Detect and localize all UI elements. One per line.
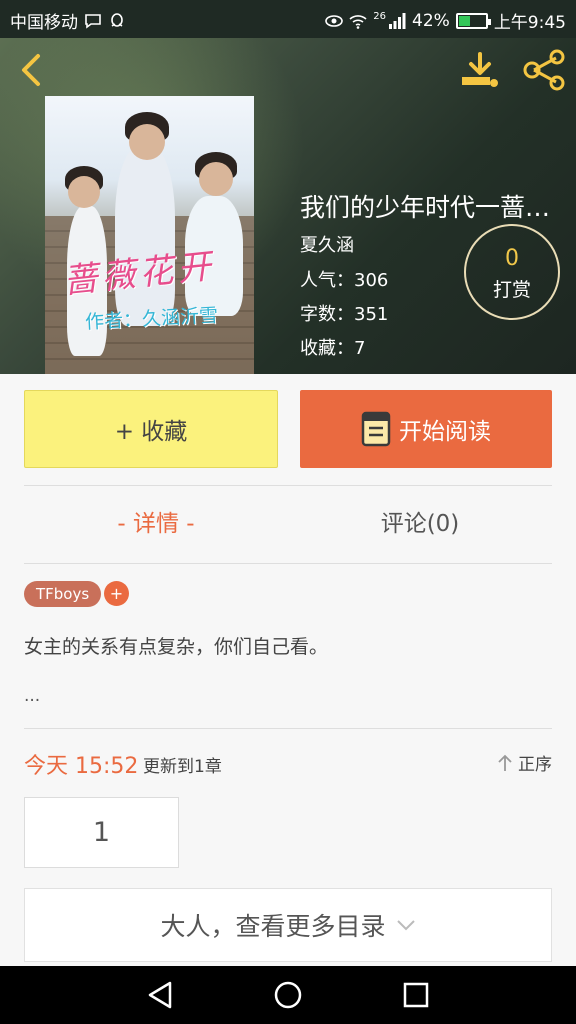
favorites-stat: 收藏7 — [300, 334, 365, 360]
sort-order-button[interactable]: 正序 — [496, 750, 552, 775]
nav-home-icon[interactable] — [272, 979, 304, 1011]
word-count-label: 字数 — [300, 304, 354, 325]
popularity-value: 306 — [354, 270, 389, 291]
download-icon[interactable] — [458, 50, 502, 90]
book-description: 女主的关系有点复杂，你们自己看。 — [24, 636, 329, 658]
sort-order-label: 正序 — [518, 755, 552, 775]
word-count-stat: 字数351 — [300, 300, 388, 326]
share-icon[interactable] — [520, 48, 568, 92]
carrier-label: 中国移动 — [10, 13, 78, 33]
tab-comments[interactable]: 评论(0) — [288, 504, 552, 538]
start-reading-label: 开始阅读 — [399, 419, 491, 445]
popularity-label: 人气 — [300, 270, 354, 291]
nav-recents-icon[interactable] — [400, 979, 432, 1011]
book-cover[interactable]: 蔷薇花开 作者：久涵沂雪 — [45, 96, 254, 374]
message-icon — [85, 13, 101, 29]
qq-icon — [111, 12, 123, 27]
tip-button[interactable]: 0 打赏 — [464, 224, 560, 320]
more-chapters-label: 大人，查看更多目录 — [160, 912, 386, 941]
favorites-label: 收藏 — [300, 338, 354, 359]
tip-count: 0 — [505, 246, 519, 271]
arrow-up-icon — [498, 754, 512, 771]
add-favorite-button[interactable]: + 收藏 — [24, 390, 278, 468]
add-tag-button[interactable]: + — [104, 581, 129, 606]
start-reading-button[interactable]: 开始阅读 — [300, 390, 552, 468]
word-count-value: 351 — [354, 304, 389, 325]
tip-label: 打赏 — [492, 279, 531, 301]
battery-icon — [455, 12, 491, 29]
tab-detail[interactable]: - 详情 - — [24, 504, 288, 538]
book-icon — [361, 411, 391, 447]
favorites-value: 7 — [354, 338, 366, 359]
book-title: 我们的少年时代一蔷… — [300, 193, 551, 222]
clock: 上午9:45 — [493, 13, 566, 33]
update-time: 今天 15:52 — [24, 754, 139, 779]
nav-back-icon[interactable] — [144, 979, 176, 1011]
back-arrow-icon[interactable] — [14, 50, 48, 90]
chevron-down-icon — [396, 920, 415, 931]
popularity-stat: 人气306 — [300, 266, 388, 292]
more-chapters-button[interactable]: 大人，查看更多目录 — [24, 888, 552, 962]
battery-percent: 42% — [412, 10, 450, 31]
book-author[interactable]: 夏久涵 — [300, 231, 354, 257]
eye-icon — [325, 14, 344, 27]
book-details: + 收藏 开始阅读 - 详情 - 评论(0) TFboys + 女主的关系有点复… — [0, 374, 576, 966]
tag-chip[interactable]: TFboys — [24, 581, 102, 607]
book-header: 蔷薇花开 作者：久涵沂雪 我们的少年时代一蔷… 夏久涵 人气306 字数351 … — [0, 38, 576, 374]
wifi-icon — [349, 14, 367, 29]
status-bar: 中国移动 26 42% 上午9:45 — [0, 0, 576, 38]
description-more[interactable]: ... — [24, 686, 40, 706]
network-type-label: 26 — [373, 11, 387, 22]
signal-icon — [389, 12, 406, 29]
update-info: 更新到1章 — [143, 757, 222, 777]
system-nav-bar — [0, 966, 576, 1024]
chapter-item[interactable]: 1 — [24, 797, 179, 868]
